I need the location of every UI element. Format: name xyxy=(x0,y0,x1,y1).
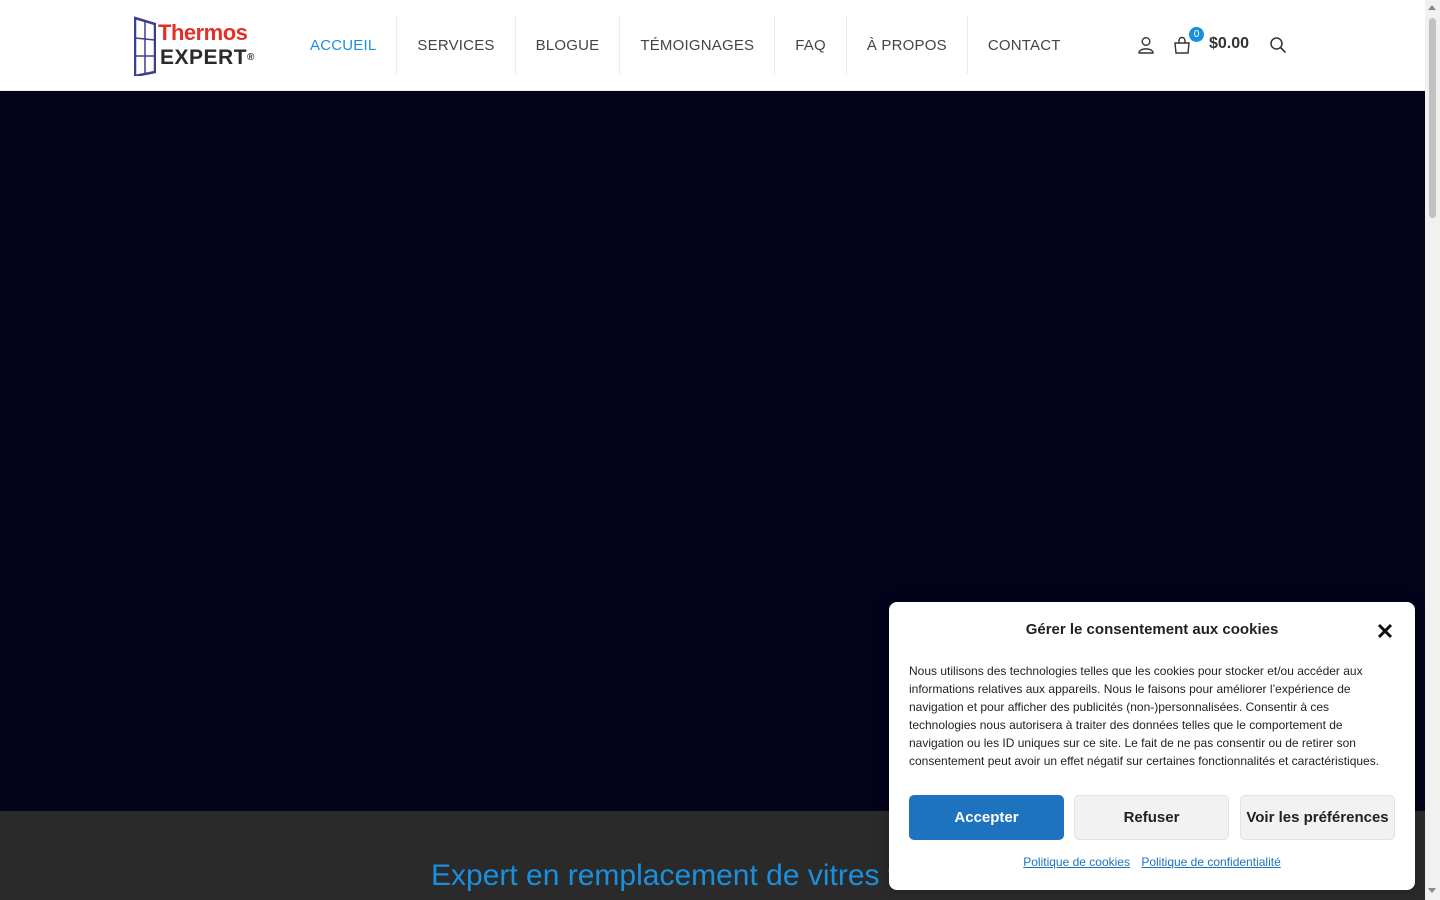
cart-count-badge: 0 xyxy=(1189,27,1204,42)
nav-item-temoignages[interactable]: TÉMOIGNAGES xyxy=(620,16,776,74)
cookie-consent-dialog: Gérer le consentement aux cookies Nous u… xyxy=(889,602,1415,890)
nav-item-blogue[interactable]: BLOGUE xyxy=(516,16,621,74)
cookie-dialog-text: Nous utilisons des technologies telles q… xyxy=(909,664,1380,768)
cookie-dialog-title: Gérer le consentement aux cookies xyxy=(1025,621,1279,638)
view-preferences-button[interactable]: Voir les préférences xyxy=(1240,795,1395,840)
main-nav: ACCUEIL SERVICES BLOGUE TÉMOIGNAGES FAQ … xyxy=(290,16,1081,74)
scroll-up-arrow-icon[interactable] xyxy=(1428,5,1436,10)
nav-item-faq[interactable]: FAQ xyxy=(775,16,847,74)
window-logo-icon xyxy=(134,16,156,76)
registered-mark: ® xyxy=(247,52,255,63)
section-title: Expert en remplacement de vitres t xyxy=(431,859,897,892)
cookie-policy-link[interactable]: Politique de cookies xyxy=(1023,855,1130,869)
search-icon[interactable] xyxy=(1266,30,1290,60)
nav-item-accueil[interactable]: ACCUEIL xyxy=(290,16,398,74)
nav-item-services[interactable]: SERVICES xyxy=(397,16,516,74)
scroll-down-arrow-icon[interactable] xyxy=(1428,888,1436,893)
cookie-policy-links: Politique de cookies Politique de confid… xyxy=(889,855,1415,869)
logo-text-expert: EXPERT® xyxy=(160,46,255,69)
privacy-policy-link[interactable]: Politique de confidentialité xyxy=(1141,855,1280,869)
scrollbar-thumb[interactable] xyxy=(1429,18,1436,218)
logo-text-thermos: Thermos xyxy=(158,20,248,45)
site-logo[interactable]: Thermos EXPERT® xyxy=(134,14,264,78)
user-icon[interactable] xyxy=(1134,30,1158,60)
accept-cookies-button[interactable]: Accepter xyxy=(909,795,1064,840)
page-scrollbar[interactable] xyxy=(1425,0,1440,900)
site-header: Thermos EXPERT® ACCUEIL SERVICES BLOGUE … xyxy=(0,0,1425,91)
nav-item-a-propos[interactable]: À PROPOS xyxy=(847,16,968,74)
close-icon[interactable] xyxy=(1374,620,1396,642)
nav-item-contact[interactable]: CONTACT xyxy=(968,16,1081,74)
cart-total[interactable]: $0.00 xyxy=(1209,35,1249,53)
refuse-cookies-button[interactable]: Refuser xyxy=(1074,795,1229,840)
